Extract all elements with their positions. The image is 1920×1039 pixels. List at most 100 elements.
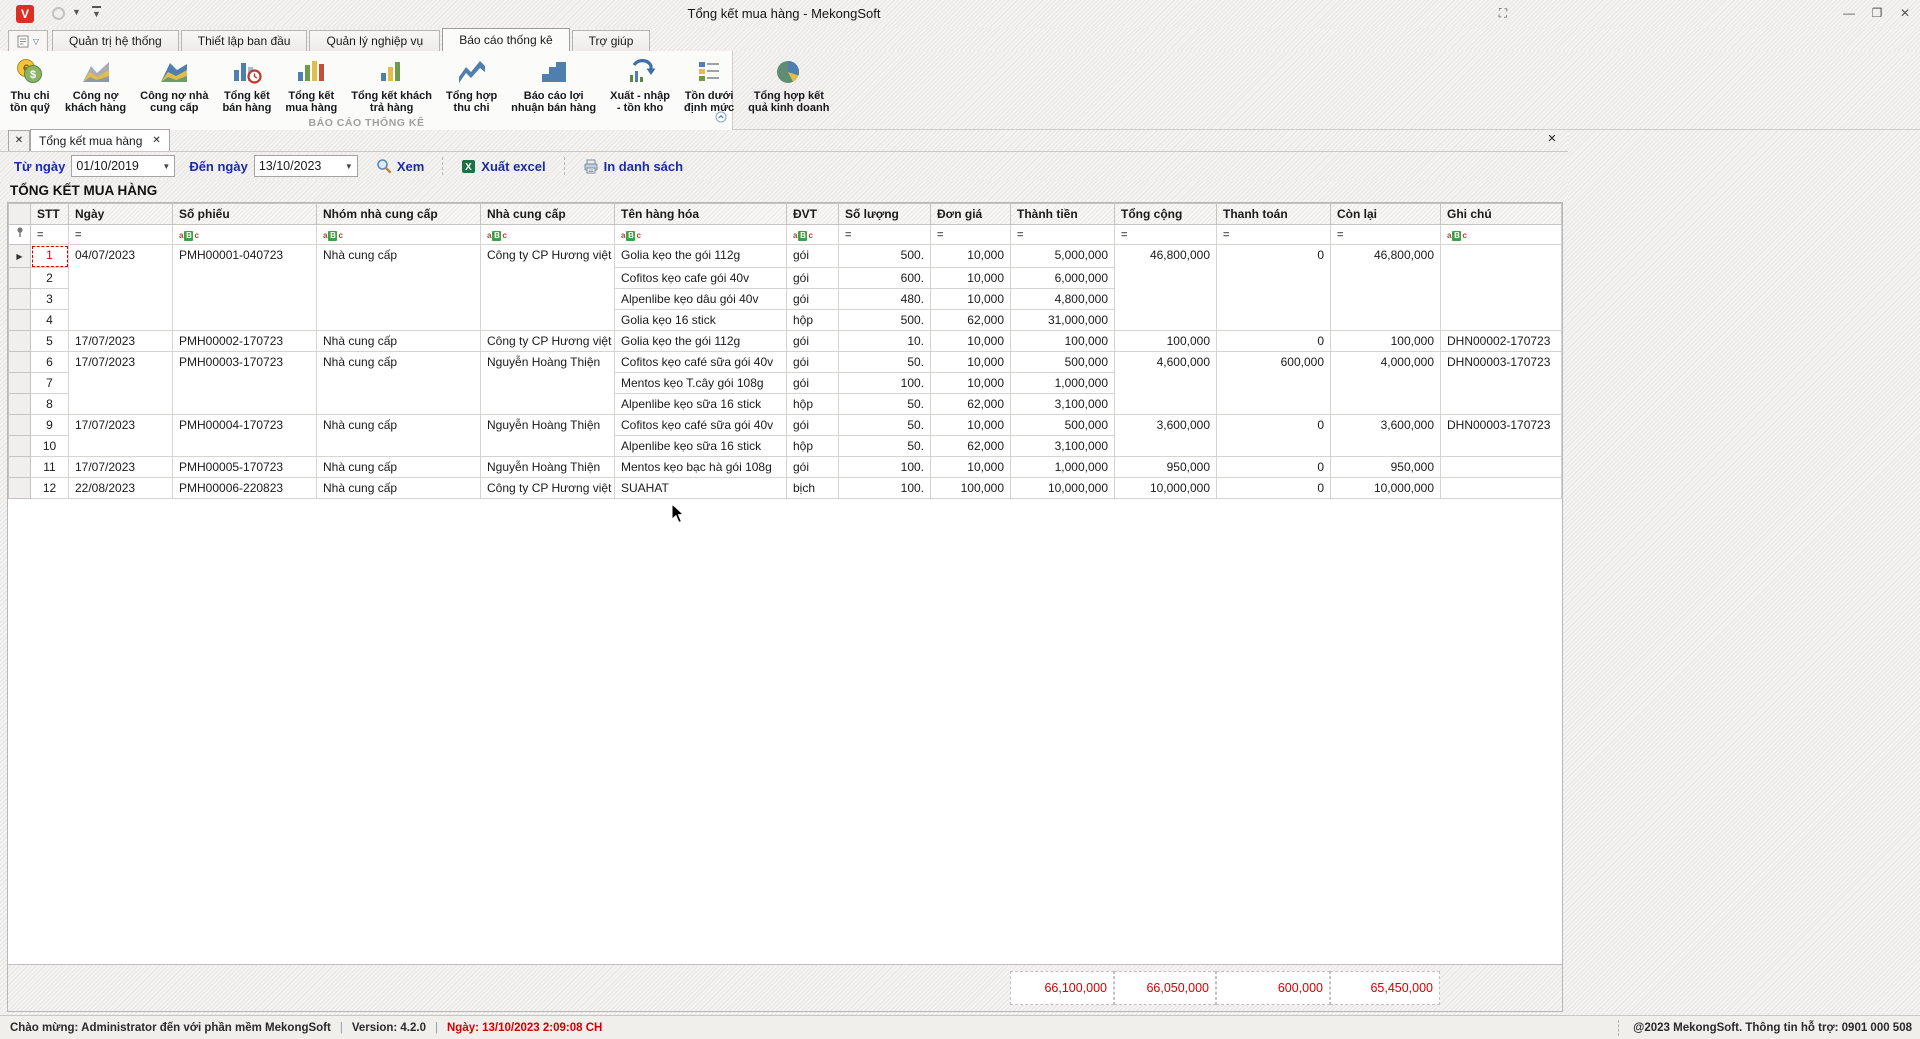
cell-product[interactable]: Golia kẹo the gói 112g — [615, 331, 787, 352]
export-excel-button[interactable]: X Xuất excel — [461, 159, 545, 174]
filter-cell[interactable]: = — [1331, 225, 1441, 245]
filter-cell[interactable]: = — [1217, 225, 1331, 245]
cell-price[interactable]: 62,000 — [931, 436, 1011, 457]
cell-stt[interactable]: 3 — [31, 289, 69, 310]
cell-unit[interactable]: hộp — [787, 394, 839, 415]
cell-paid[interactable]: 0 — [1217, 331, 1331, 352]
chevron-down-icon[interactable]: ▼ — [162, 162, 170, 171]
filter-cell[interactable]: aBc — [1441, 225, 1562, 245]
cell-stt[interactable]: 2 — [31, 268, 69, 289]
cell-supplier-group[interactable]: Nhà cung cấp — [317, 478, 481, 499]
cell-unit[interactable]: gói — [787, 268, 839, 289]
cell-price[interactable]: 62,000 — [931, 394, 1011, 415]
cell-product[interactable]: Mentos kẹo bạc hà gói 108g — [615, 457, 787, 478]
cell-unit[interactable]: gói — [787, 373, 839, 394]
cell-unit[interactable]: gói — [787, 289, 839, 310]
cell-unit[interactable]: bịch — [787, 478, 839, 499]
cell-price[interactable]: 10,000 — [931, 373, 1011, 394]
cell-product[interactable]: Alpenlibe kẹo sữa 16 stick — [615, 436, 787, 457]
app-menu-button[interactable]: ▽ — [8, 30, 48, 51]
column-header[interactable]: Còn lại — [1331, 204, 1441, 225]
cell-amount[interactable]: 3,100,000 — [1011, 436, 1115, 457]
cell-supplier-group[interactable]: Nhà cung cấp — [317, 331, 481, 352]
from-date-input[interactable]: 01/10/2019 ▼ — [71, 155, 175, 177]
column-header[interactable]: Thành tiền — [1011, 204, 1115, 225]
cell-remaining[interactable]: 10,000,000 — [1331, 478, 1441, 499]
cell-date[interactable]: 22/08/2023 — [69, 478, 173, 499]
cell-quantity[interactable]: 100. — [839, 457, 931, 478]
cell-supplier[interactable]: Nguyễn Hoàng Thiện — [481, 352, 615, 415]
cell-quantity[interactable]: 100. — [839, 478, 931, 499]
cell-stt[interactable]: 10 — [31, 436, 69, 457]
filter-cell[interactable]: aBc — [615, 225, 787, 245]
cell-note[interactable]: DHN00003-170723 — [1441, 415, 1562, 457]
cell-price[interactable]: 10,000 — [931, 352, 1011, 373]
column-header[interactable]: STT — [31, 204, 69, 225]
cell-stt[interactable]: 7 — [31, 373, 69, 394]
cell-stt[interactable]: 6 — [31, 352, 69, 373]
cell-price[interactable]: 100,000 — [931, 478, 1011, 499]
filter-cell[interactable]: aBc — [787, 225, 839, 245]
column-header[interactable]: Tổng cộng — [1115, 204, 1217, 225]
cell-amount[interactable]: 10,000,000 — [1011, 478, 1115, 499]
cell-quantity[interactable]: 10. — [839, 331, 931, 352]
filter-cell[interactable]: = — [1011, 225, 1115, 245]
cell-date[interactable]: 04/07/2023 — [69, 245, 173, 331]
cell-doc-number[interactable]: PMH00002-170723 — [173, 331, 317, 352]
cell-unit[interactable]: hộp — [787, 310, 839, 331]
cell-quantity[interactable]: 50. — [839, 352, 931, 373]
ribbon-item-list[interactable]: Tồn dướiđịnh mức — [677, 53, 741, 114]
cell-unit[interactable]: gói — [787, 352, 839, 373]
cell-supplier[interactable]: Nguyễn Hoàng Thiện — [481, 457, 615, 478]
filter-cell[interactable]: = — [931, 225, 1011, 245]
cell-amount[interactable]: 5,000,000 — [1011, 245, 1115, 268]
cell-stt[interactable]: 4 — [31, 310, 69, 331]
to-date-input[interactable]: 13/10/2023 ▼ — [254, 155, 358, 177]
column-header[interactable]: Tên hàng hóa — [615, 204, 787, 225]
cell-price[interactable]: 62,000 — [931, 310, 1011, 331]
cell-supplier-group[interactable]: Nhà cung cấp — [317, 457, 481, 478]
ribbon-item-area-gray[interactable]: Công nợkhách hàng — [58, 53, 133, 114]
fit-screen-icon[interactable]: ⛶ — [1492, 6, 1514, 21]
cell-total[interactable]: 950,000 — [1115, 457, 1217, 478]
close-tab-button[interactable]: ✕ — [8, 130, 30, 151]
close-document-button[interactable]: ✕ — [1544, 132, 1560, 145]
column-header[interactable]: Đơn giá — [931, 204, 1011, 225]
cell-date[interactable]: 17/07/2023 — [69, 331, 173, 352]
ribbon-item-bars-clock[interactable]: Tổng kếtbán hàng — [215, 53, 278, 114]
cell-unit[interactable]: gói — [787, 245, 839, 268]
cell-supplier-group[interactable]: Nhà cung cấp — [317, 415, 481, 457]
cell-amount[interactable]: 3,100,000 — [1011, 394, 1115, 415]
cell-price[interactable]: 10,000 — [931, 245, 1011, 268]
cell-quantity[interactable]: 50. — [839, 394, 931, 415]
ribbon-tab-4[interactable]: Trợ giúp — [572, 30, 651, 51]
cell-doc-number[interactable]: PMH00003-170723 — [173, 352, 317, 415]
cell-supplier-group[interactable]: Nhà cung cấp — [317, 352, 481, 415]
cell-total[interactable]: 100,000 — [1115, 331, 1217, 352]
cell-price[interactable]: 10,000 — [931, 289, 1011, 310]
cell-note[interactable]: DHN00002-170723 — [1441, 331, 1562, 352]
cell-amount[interactable]: 500,000 — [1011, 415, 1115, 436]
column-header[interactable]: Nhóm nhà cung cấp — [317, 204, 481, 225]
filter-cell[interactable]: = — [839, 225, 931, 245]
cell-total[interactable]: 4,600,000 — [1115, 352, 1217, 415]
cell-supplier[interactable]: Công ty CP Hương việt — [481, 245, 615, 331]
cell-product[interactable]: Mentos kẹo T.cây gói 108g — [615, 373, 787, 394]
cell-quantity[interactable]: 50. — [839, 415, 931, 436]
column-header[interactable]: Số lượng — [839, 204, 931, 225]
cell-remaining[interactable]: 3,600,000 — [1331, 415, 1441, 457]
cell-quantity[interactable]: 600. — [839, 268, 931, 289]
view-button[interactable]: Xem — [376, 158, 424, 174]
ribbon-item-zigzag[interactable]: Tổng hợpthu chi — [439, 53, 504, 114]
cell-note[interactable] — [1441, 245, 1562, 331]
ribbon-item-pie[interactable]: Tổng hợp kếtquả kinh doanh — [741, 53, 836, 114]
filter-cell[interactable]: aBc — [481, 225, 615, 245]
cell-total[interactable]: 46,800,000 — [1115, 245, 1217, 331]
cell-paid[interactable]: 0 — [1217, 457, 1331, 478]
cell-paid[interactable]: 0 — [1217, 478, 1331, 499]
cell-date[interactable]: 17/07/2023 — [69, 352, 173, 415]
cell-remaining[interactable]: 46,800,000 — [1331, 245, 1441, 331]
ribbon-collapse-icon[interactable] — [715, 110, 727, 128]
cell-price[interactable]: 10,000 — [931, 415, 1011, 436]
ribbon-item-bars-small[interactable]: Tổng kết kháchtrả hàng — [344, 53, 439, 114]
